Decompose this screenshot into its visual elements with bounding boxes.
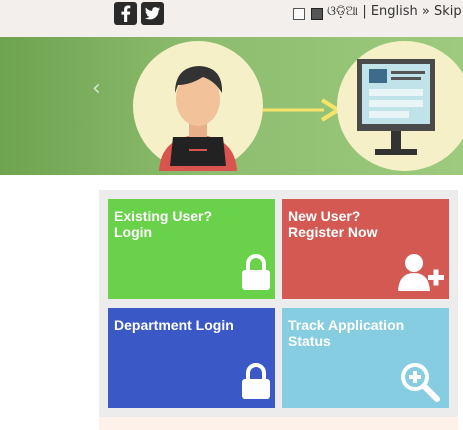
separator: | bbox=[358, 4, 371, 19]
skip-to-content-link[interactable]: » Skip t bbox=[418, 4, 463, 19]
facebook-icon[interactable] bbox=[114, 2, 137, 25]
lock-icon bbox=[242, 254, 270, 290]
existing-user-login-tile[interactable]: Existing User? Login bbox=[108, 199, 275, 299]
top-bar: ଓଡ଼ିଆ | English » Skip t bbox=[0, 0, 463, 37]
tile-title: Existing User? bbox=[114, 208, 213, 224]
language-odia-link[interactable]: ଓଡ଼ିଆ bbox=[327, 4, 358, 19]
add-user-icon bbox=[398, 254, 444, 291]
tile-title: Track Application bbox=[288, 317, 405, 333]
tile-subtitle: Login bbox=[114, 224, 153, 240]
tile-title: Department Login bbox=[114, 317, 234, 333]
contrast-light-toggle[interactable] bbox=[293, 8, 305, 20]
language-english-link[interactable]: English bbox=[371, 4, 418, 19]
arrow-icon bbox=[262, 98, 340, 122]
carousel-prev-arrow[interactable]: ‹ bbox=[92, 76, 101, 101]
track-application-status-tile[interactable]: Track Application Status bbox=[282, 308, 449, 408]
computer-illustration bbox=[337, 41, 463, 171]
panel-bottom-strip bbox=[99, 417, 458, 430]
contrast-dark-toggle[interactable] bbox=[311, 8, 323, 20]
tile-subtitle: Status bbox=[288, 333, 331, 349]
twitter-icon[interactable] bbox=[141, 2, 164, 25]
department-login-tile[interactable]: Department Login bbox=[108, 308, 275, 408]
tile-subtitle: Register Now bbox=[288, 224, 378, 240]
lock-icon bbox=[242, 363, 270, 399]
top-links: ଓଡ଼ିଆ | English » Skip t bbox=[327, 4, 463, 19]
hero-banner: ‹ bbox=[0, 37, 463, 175]
user-illustration bbox=[133, 41, 263, 171]
zoom-in-icon bbox=[401, 363, 440, 402]
new-user-register-tile[interactable]: New User? Register Now bbox=[282, 199, 449, 299]
tile-title: New User? bbox=[288, 208, 361, 224]
